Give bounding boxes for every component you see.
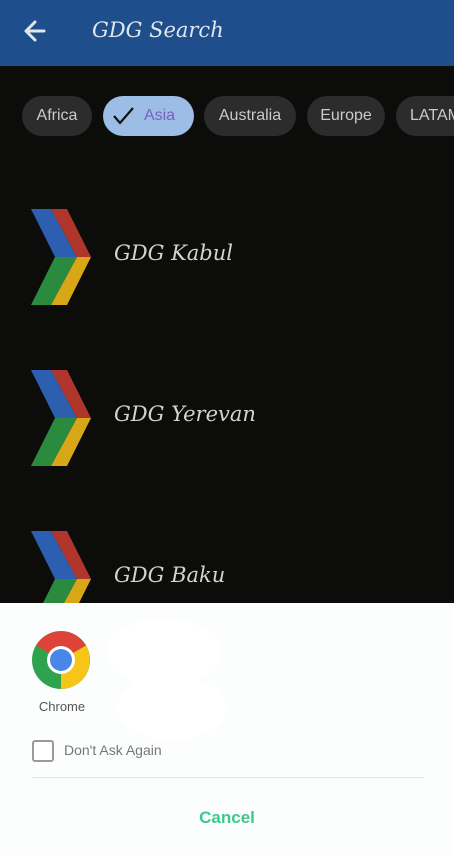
app-chooser-sheet: Chrome Don't Ask Again Cancel	[0, 603, 454, 856]
list-item-label: GDG Baku	[114, 563, 226, 587]
check-icon	[113, 107, 134, 125]
chrome-label: Chrome	[38, 699, 86, 714]
chip-label: Asia	[143, 107, 176, 124]
list-item[interactable]: GDG Kabul	[0, 209, 454, 309]
chip-asia[interactable]: Asia	[103, 96, 194, 136]
divider	[32, 777, 424, 778]
chip-label: Africa	[36, 107, 78, 124]
app-title: GDG Search	[92, 18, 224, 42]
region-chips: Africa Asia Australia Europe LATAM	[0, 96, 454, 136]
dont-ask-again-checkbox[interactable]	[32, 740, 54, 762]
chip-label: LATAM	[410, 107, 454, 124]
chip-australia[interactable]: Australia	[204, 96, 296, 136]
gdg-logo-icon	[31, 370, 91, 466]
list-item[interactable]: GDG Yerevan	[0, 370, 454, 470]
cancel-button[interactable]: Cancel	[0, 808, 454, 828]
chip-europe[interactable]: Europe	[307, 96, 385, 136]
gdg-logo-icon	[31, 209, 91, 305]
arrow-back-icon[interactable]	[18, 15, 54, 47]
app-bar: GDG Search	[0, 0, 454, 66]
dont-ask-again-label: Don't Ask Again	[64, 742, 162, 758]
list-item-label: GDG Kabul	[114, 241, 233, 265]
redacted-app-icon	[106, 619, 227, 740]
chip-latam[interactable]: LATAM	[396, 96, 454, 136]
list-item-label: GDG Yerevan	[114, 402, 256, 426]
chip-africa[interactable]: Africa	[22, 96, 92, 136]
chip-label: Europe	[320, 107, 372, 124]
chrome-icon[interactable]	[32, 631, 90, 689]
chip-label: Australia	[218, 107, 282, 124]
